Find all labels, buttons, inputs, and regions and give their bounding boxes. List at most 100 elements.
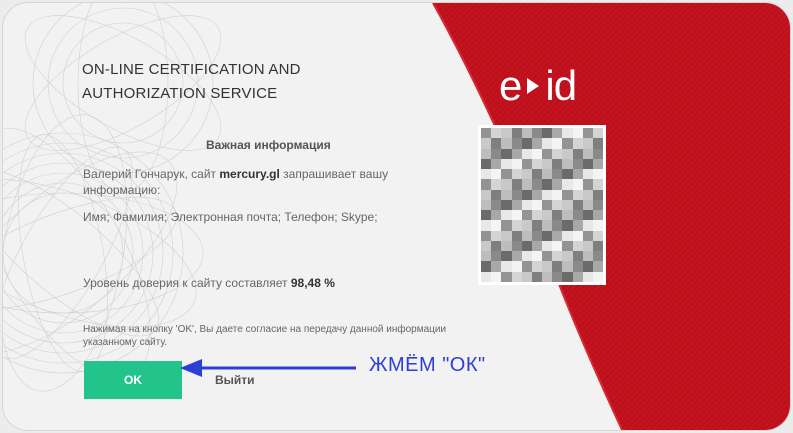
photo-pixel: [572, 261, 583, 272]
trust-prefix: Уровень доверия к сайту составляет: [83, 276, 291, 290]
photo-pixel: [582, 179, 593, 190]
photo-pixel: [592, 128, 603, 139]
photo-pixel: [572, 128, 583, 139]
ok-button[interactable]: OK: [84, 361, 182, 399]
photo-pixel: [592, 169, 603, 180]
photo-pixel: [572, 210, 583, 221]
photo-pixel: [491, 230, 502, 241]
photo-pixel: [501, 220, 512, 231]
photo-pixel: [592, 148, 603, 159]
photo-pixel: [582, 220, 593, 231]
photo-pixel: [511, 169, 522, 180]
photo-pixel: [511, 251, 522, 262]
photo-pixel: [531, 148, 542, 159]
photo-pixel: [592, 251, 603, 262]
photo-pixel: [481, 271, 492, 282]
photo-pixel: [542, 138, 553, 149]
photo-pixel: [531, 169, 542, 180]
photo-pixel: [491, 189, 502, 200]
photo-pixel: [491, 169, 502, 180]
eid-logo: e id: [499, 62, 577, 109]
photo-pixel: [592, 179, 603, 190]
photo-pixel: [511, 210, 522, 221]
photo-pixel: [572, 230, 583, 241]
photo-pixel: [531, 271, 542, 282]
photo-pixel: [531, 158, 542, 170]
photo-pixel: [592, 220, 603, 231]
photo-pixel: [511, 261, 522, 272]
photo-pixel: [552, 169, 563, 180]
photo-pixel: [552, 251, 563, 262]
logo-text-id: id: [545, 62, 577, 109]
photo-pixel: [531, 230, 542, 241]
photo-pixel: [582, 251, 593, 262]
photo-pixel: [511, 220, 522, 231]
photo-pixel: [552, 240, 563, 252]
photo-pixel: [501, 199, 512, 211]
photo-pixel: [582, 199, 593, 211]
photo-pixel: [481, 158, 492, 170]
photo-pixel: [511, 189, 522, 200]
photo-pixel: [491, 138, 502, 149]
photo-pixel: [542, 179, 553, 190]
photo-pixel: [562, 189, 573, 200]
photo-pixel: [592, 230, 603, 241]
photo-pixel: [542, 158, 553, 170]
photo-pixel: [511, 199, 522, 211]
photo-pixel: [592, 261, 603, 272]
photo-pixel: [481, 128, 492, 139]
photo-pixel: [521, 189, 532, 200]
photo-pixel: [562, 169, 573, 180]
photo-pixel: [552, 158, 563, 170]
photo-pixel: [521, 230, 532, 241]
photo-pixel: [552, 148, 563, 159]
request-prefix: Валерий Гончарук, сайт: [83, 167, 220, 181]
photo-pixel: [531, 210, 542, 221]
consent-text: Нажимая на кнопку 'OK', Вы даете согласи…: [83, 324, 447, 348]
photo-pixel: [542, 210, 553, 221]
photo-pixel: [582, 261, 593, 272]
photo-pixel: [491, 179, 502, 190]
photo-pixel: [521, 220, 532, 231]
play-triangle-icon: [525, 63, 541, 109]
annotation-text: ЖМЁМ "ОК": [369, 354, 486, 376]
photo-pixel: [542, 261, 553, 272]
photo-pixel: [481, 261, 492, 272]
photo-pixel: [491, 128, 502, 139]
photo-pixel: [531, 179, 542, 190]
photo-pixel: [521, 240, 532, 252]
photo-pixel: [511, 148, 522, 159]
photo-pixel: [501, 271, 512, 282]
user-photo-pixelated: [478, 125, 606, 285]
photo-pixel: [481, 169, 492, 180]
photo-pixel: [562, 251, 573, 262]
request-text: Валерий Гончарук, сайт mercury.gl запраш…: [83, 166, 453, 198]
photo-pixel: [592, 210, 603, 221]
photo-pixel: [552, 220, 563, 231]
photo-pixel: [501, 179, 512, 190]
photo-pixel: [552, 189, 563, 200]
photo-pixel: [572, 189, 583, 200]
photo-pixel: [582, 189, 593, 200]
photo-pixel: [491, 251, 502, 262]
photo-pixel: [501, 230, 512, 241]
photo-pixel: [572, 179, 583, 190]
photo-pixel: [521, 158, 532, 170]
photo-pixel: [572, 169, 583, 180]
photo-pixel: [562, 128, 573, 139]
annotation-arrow-icon: [180, 359, 356, 377]
photo-pixel: [481, 189, 492, 200]
photo-pixel: [481, 138, 492, 149]
photo-pixel: [572, 158, 583, 170]
photo-pixel: [552, 261, 563, 272]
photo-pixel: [511, 158, 522, 170]
requested-fields: Имя; Фамилия; Электронная почта; Телефон…: [83, 210, 378, 224]
photo-pixel: [491, 210, 502, 221]
photo-pixel: [531, 240, 542, 252]
photo-pixel: [572, 138, 583, 149]
photo-pixel: [542, 240, 553, 252]
photo-pixel: [511, 179, 522, 190]
photo-pixel: [562, 261, 573, 272]
photo-pixel: [491, 261, 502, 272]
photo-pixel: [511, 230, 522, 241]
